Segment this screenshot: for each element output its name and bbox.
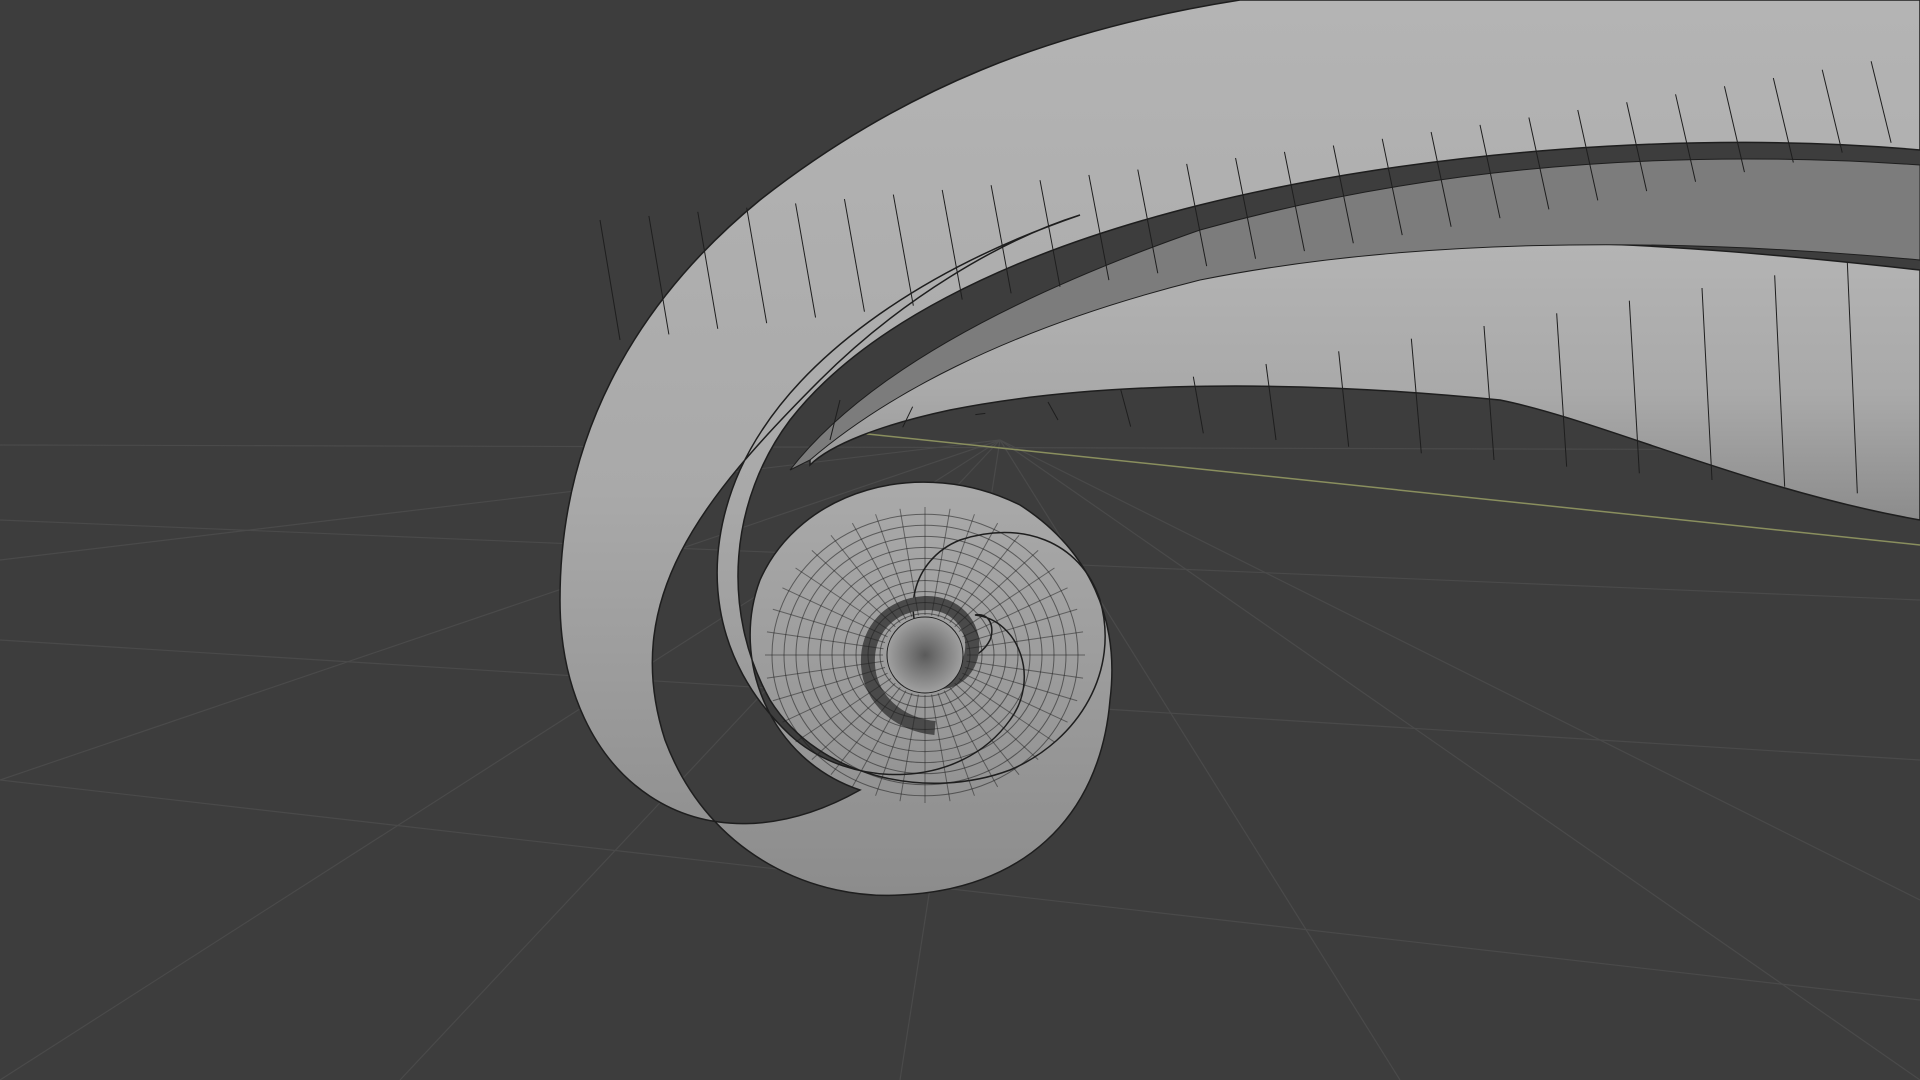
grid-line <box>999 439 1920 901</box>
wire-edge <box>1120 389 1132 427</box>
wire-edge <box>975 412 986 416</box>
spiral-center-hole <box>886 616 964 694</box>
viewport-canvas[interactable] <box>0 0 1920 1080</box>
wire-edge <box>1047 401 1059 421</box>
inner-blade-surface[interactable] <box>809 241 1920 521</box>
wire-edge <box>599 219 621 341</box>
3d-viewport[interactable] <box>0 0 1920 1080</box>
grid-line <box>999 439 1920 1080</box>
grid-line <box>0 444 1920 451</box>
